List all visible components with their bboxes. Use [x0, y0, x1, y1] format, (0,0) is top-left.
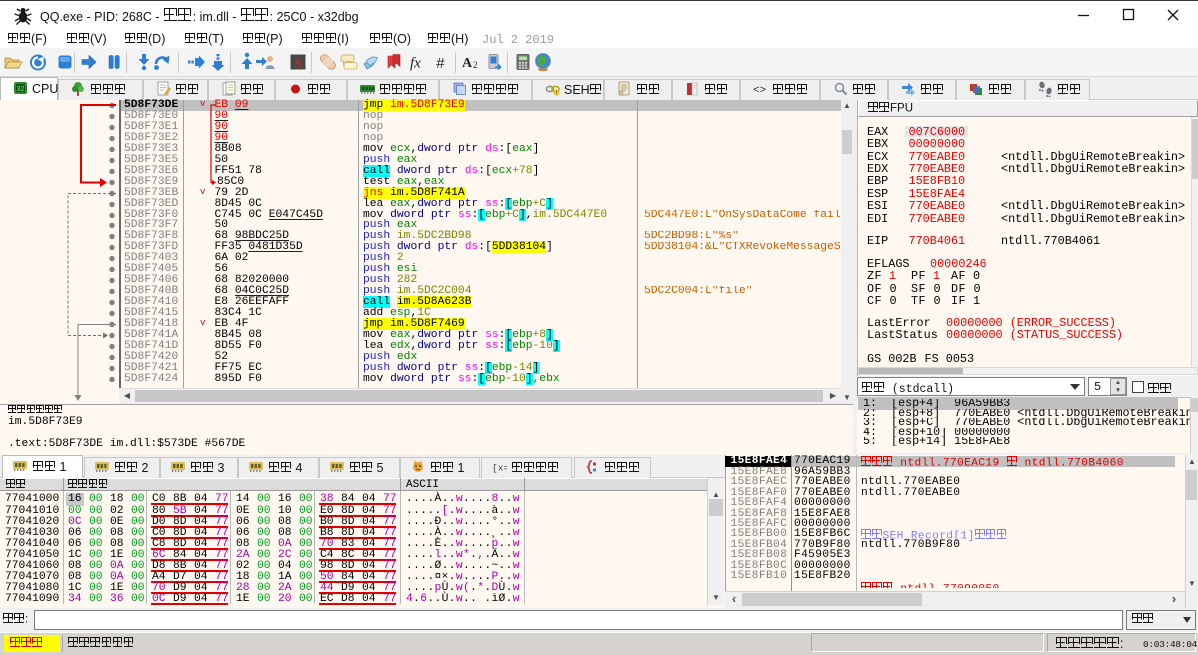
svg-text:fx: fx: [410, 56, 421, 72]
svg-text:32: 32: [17, 86, 25, 93]
svg-text:#: #: [436, 55, 445, 72]
svg-text:<>: <>: [753, 85, 766, 97]
svg-text:2: 2: [473, 60, 478, 70]
svg-text:[x=]: [x=]: [492, 463, 507, 474]
svg-text:S: S: [294, 55, 301, 70]
svg-text:A: A: [462, 56, 473, 71]
